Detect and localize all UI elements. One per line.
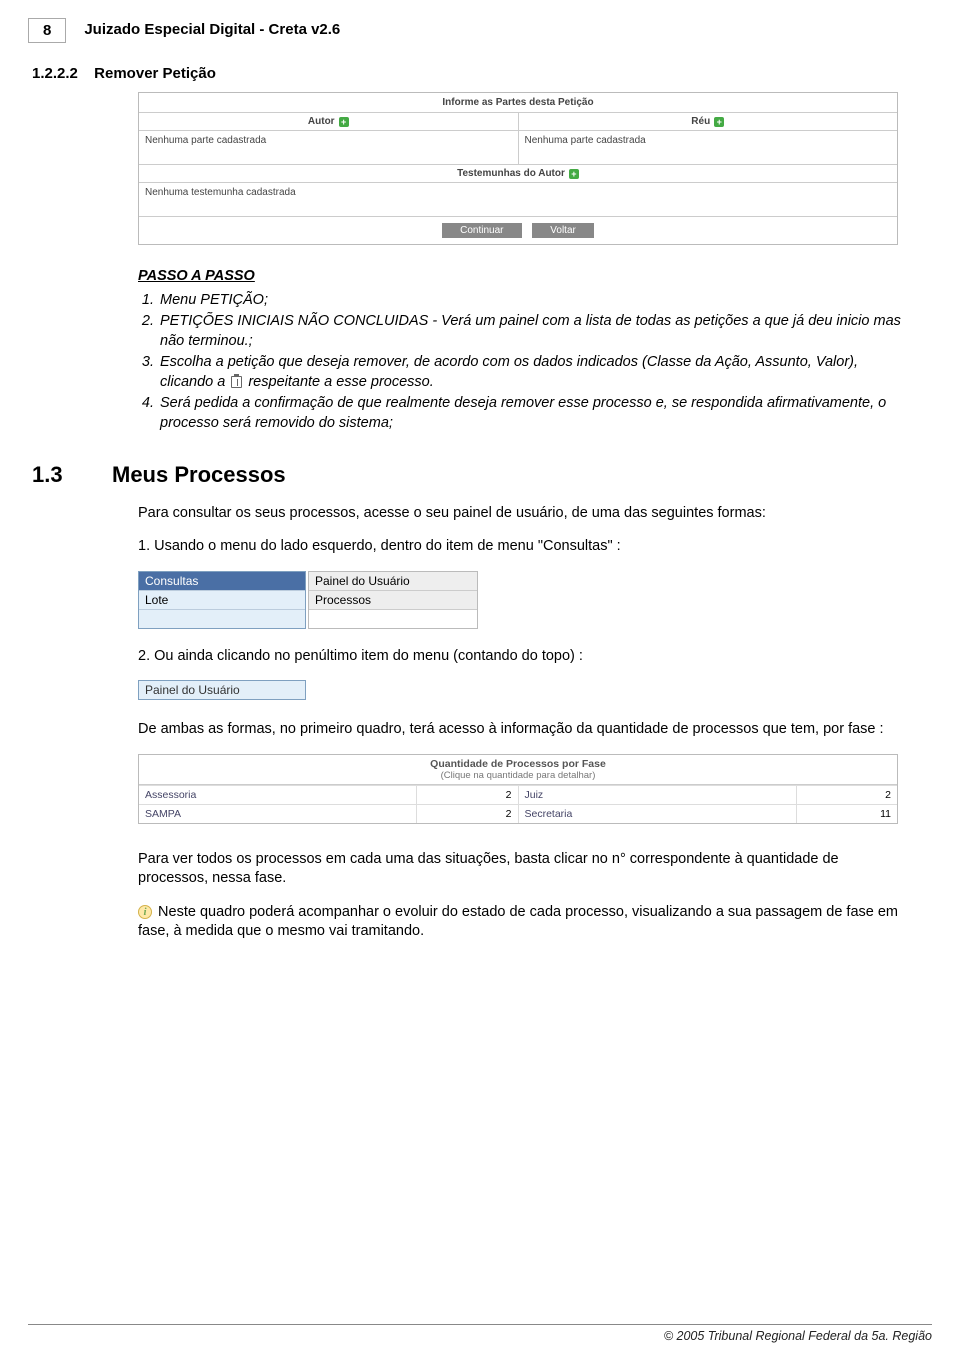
fase-count[interactable]: 11 — [796, 805, 897, 823]
fase-count[interactable]: 2 — [796, 786, 897, 804]
para-both-forms: De ambas as formas, no primeiro quadro, … — [138, 720, 912, 740]
info-icon: i — [138, 905, 152, 919]
fase-count[interactable]: 2 — [416, 805, 518, 823]
menu-screenshot-consultas: Consultas Lote Painel do Usuário Process… — [138, 571, 478, 629]
fase-table-subtitle: (Clique na quantidade para detalhar) — [139, 770, 897, 785]
fase-label: Juiz — [519, 786, 796, 804]
section-1222-heading: 1.2.2.2 Remover Petição — [32, 65, 932, 82]
fase-label: Secretaria — [519, 805, 796, 823]
step-num: 1. — [138, 291, 160, 311]
submenu-item-processos[interactable]: Processos — [309, 591, 477, 610]
step-text: Será pedida a confirmação de que realmen… — [160, 394, 912, 433]
fase-label: SAMPA — [139, 805, 416, 823]
back-button[interactable]: Voltar — [532, 223, 594, 238]
fase-table-title: Quantidade de Processos por Fase — [139, 755, 897, 770]
plus-icon[interactable]: + — [339, 117, 349, 127]
autor-label: Autor — [308, 116, 335, 127]
continue-button[interactable]: Continuar — [442, 223, 521, 238]
section-title: Meus Processos — [112, 462, 286, 487]
step-text: PETIÇÕES INICIAIS NÃO CONCLUIDAS - Verá … — [160, 312, 912, 351]
fase-label: Assessoria — [139, 786, 416, 804]
step-text: Escolha a petição que deseja remover, de… — [160, 353, 912, 392]
fase-table-screenshot: Quantidade de Processos por Fase (Clique… — [138, 754, 898, 824]
para-info: i Neste quadro poderá acompanhar o evolu… — [138, 903, 912, 942]
page-number: 8 — [28, 18, 66, 43]
para-intro: Para consultar os seus processos, acesse… — [138, 504, 912, 524]
reu-header: Réu + — [519, 113, 898, 131]
autor-header: Autor + — [139, 113, 519, 131]
option-1-text: 1. Usando o menu do lado esquerdo, dentr… — [138, 537, 912, 557]
trash-icon — [231, 376, 242, 388]
option-2-text: 2. Ou ainda clicando no penúltimo item d… — [138, 647, 912, 667]
testemunhas-header: Testemunhas do Autor + — [139, 164, 897, 183]
testemunhas-label: Testemunhas do Autor — [457, 168, 565, 179]
page-footer: © 2005 Tribunal Regional Federal da 5a. … — [28, 1324, 932, 1343]
step-num: 4. — [138, 394, 160, 433]
section-number: 1.2.2.2 — [32, 65, 90, 82]
menu-item-blank — [139, 609, 305, 628]
section-13-heading: 1.3Meus Processos — [32, 462, 932, 488]
fase-count[interactable]: 2 — [416, 786, 518, 804]
para-click-number: Para ver todos os processos em cada uma … — [138, 850, 912, 889]
step-text: Menu PETIÇÃO; — [160, 291, 912, 311]
doc-title: Juizado Especial Digital - Creta v2.6 — [84, 18, 340, 38]
menu-screenshot-painel: Painel do Usuário — [138, 680, 306, 700]
reu-label: Réu — [691, 116, 710, 127]
autor-cell: Nenhuma parte cadastrada — [139, 131, 519, 164]
step-num: 3. — [138, 353, 160, 392]
menu-header-consultas[interactable]: Consultas — [139, 572, 305, 590]
reu-cell: Nenhuma parte cadastrada — [519, 131, 898, 164]
plus-icon[interactable]: + — [714, 117, 724, 127]
section-number: 1.3 — [32, 462, 112, 488]
section-title: Remover Petição — [94, 65, 216, 82]
menu-item-painel[interactable]: Painel do Usuário — [139, 681, 305, 699]
step-num: 2. — [138, 312, 160, 351]
plus-icon[interactable]: + — [569, 169, 579, 179]
form-header: Informe as Partes desta Petição — [139, 93, 897, 113]
passo-a-passo-heading: PASSO A PASSO — [138, 267, 912, 287]
submenu-item-painel[interactable]: Painel do Usuário — [309, 572, 477, 591]
testemunhas-cell: Nenhuma testemunha cadastrada — [139, 183, 897, 216]
page-header: 8 Juizado Especial Digital - Creta v2.6 — [28, 18, 932, 43]
menu-item-lote[interactable]: Lote — [139, 590, 305, 609]
parties-form-screenshot: Informe as Partes desta Petição Autor + … — [138, 92, 898, 245]
